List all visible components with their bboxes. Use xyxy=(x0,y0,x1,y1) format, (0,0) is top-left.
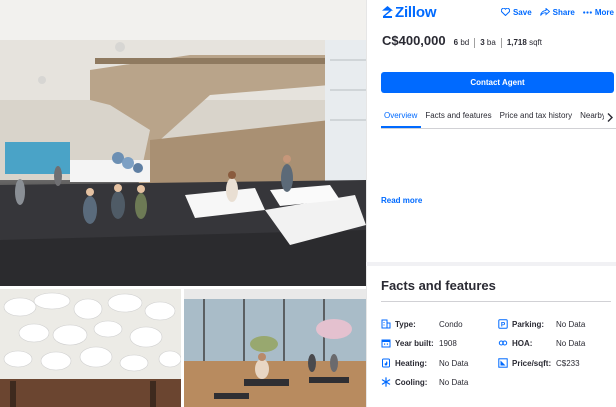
fact-type: Type: Condo xyxy=(381,319,463,329)
logo-text: Zillow xyxy=(395,3,437,21)
more-button[interactable]: More xyxy=(582,7,614,17)
tab-price-and-tax-history[interactable]: Price and tax history xyxy=(496,107,576,128)
photo-gallery xyxy=(0,0,366,407)
sqft-value: 1,718 xyxy=(506,38,527,47)
detail-tabs: Overview Facts and features Price and ta… xyxy=(381,107,616,129)
fact-parking: P Parking: No Data xyxy=(498,319,585,329)
fact-cooling: Cooling: No Data xyxy=(381,377,468,387)
facts-title-rule xyxy=(381,301,611,302)
divider xyxy=(500,37,502,48)
chevron-right-icon xyxy=(607,113,613,122)
fact-label: Year built: xyxy=(395,338,434,348)
save-button[interactable]: Save xyxy=(500,7,532,17)
fact-value: Condo xyxy=(439,319,463,329)
fact-value: No Data xyxy=(556,338,586,348)
price-summary: C$400,000 6 bd 3 ba 1,718 sqft xyxy=(382,33,542,48)
zillow-logo[interactable]: Zillow xyxy=(382,4,436,21)
fact-value: No Data xyxy=(439,377,469,387)
fact-value: No Data xyxy=(439,358,469,368)
parking-icon: P xyxy=(498,319,508,329)
fact-heating: Heating: No Data xyxy=(381,358,468,368)
bed-bath-sqft: 6 bd 3 ba 1,718 sqft xyxy=(453,37,542,48)
fact-value: No Data xyxy=(556,319,586,329)
baths-value: 3 xyxy=(480,38,485,47)
tabs-scroll-right-button[interactable] xyxy=(604,107,616,128)
baths-unit: ba xyxy=(486,38,496,47)
tab-overview[interactable]: Overview xyxy=(381,107,422,128)
listing-page: Zillow Save Share More C$400,000 6 bd 3 … xyxy=(0,0,616,407)
hoa-icon xyxy=(498,338,508,348)
fact-year-built: Year built: 1908 xyxy=(381,338,457,348)
svg-text:P: P xyxy=(501,322,506,329)
photo-yoga-room[interactable] xyxy=(184,289,366,407)
facts-section-title: Facts and features xyxy=(381,278,496,293)
fact-label: Type: xyxy=(395,319,416,329)
contact-agent-button[interactable]: Contact Agent xyxy=(381,72,614,93)
tab-facts-and-features[interactable]: Facts and features xyxy=(421,107,495,128)
fact-hoa: HOA: No Data xyxy=(498,338,585,348)
more-label: More xyxy=(594,7,614,17)
share-icon xyxy=(539,8,550,16)
divider xyxy=(474,37,476,48)
fact-label: Heating: xyxy=(395,358,427,368)
more-dots-icon xyxy=(582,10,592,14)
fact-label: Parking: xyxy=(512,319,545,329)
section-divider xyxy=(366,262,616,266)
fact-label: Price/sqft: xyxy=(512,358,552,368)
fact-label: Cooling: xyxy=(395,377,428,387)
fact-value: 1908 xyxy=(439,338,457,348)
flame-icon xyxy=(381,358,391,368)
fact-price-per-sqft: Price/sqft: C$233 xyxy=(498,358,580,368)
price-sqft-icon xyxy=(498,358,508,368)
save-label: Save xyxy=(512,7,532,17)
calendar-icon xyxy=(381,338,391,348)
heart-icon xyxy=(500,8,510,16)
share-label: Share xyxy=(552,7,575,17)
share-button[interactable]: Share xyxy=(539,7,575,17)
listing-price: C$400,000 xyxy=(382,33,446,48)
fact-value: C$233 xyxy=(556,358,580,368)
main-photo-lobby[interactable] xyxy=(0,0,366,286)
zillow-house-icon xyxy=(382,6,393,18)
photo-chandelier[interactable] xyxy=(0,289,181,407)
snowflake-icon xyxy=(381,377,391,387)
details-topbar: Zillow Save Share More xyxy=(382,3,614,21)
beds-unit: bd xyxy=(460,38,470,47)
sqft-unit: sqft xyxy=(529,38,542,47)
read-more-link[interactable]: Read more xyxy=(381,196,422,205)
listing-actions: Save Share More xyxy=(500,7,614,17)
beds-value: 6 xyxy=(453,38,459,47)
fact-label: HOA: xyxy=(512,338,533,348)
building-icon xyxy=(381,319,391,329)
